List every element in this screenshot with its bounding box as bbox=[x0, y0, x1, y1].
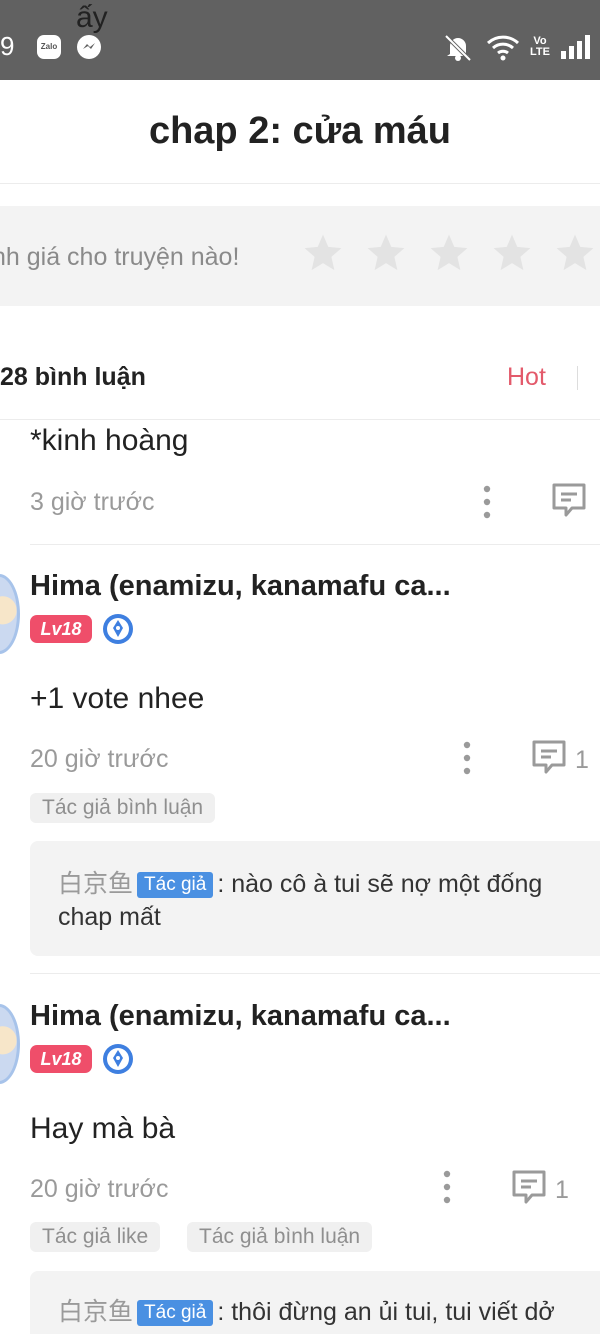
tag-author-liked: Tác giả like bbox=[30, 1222, 161, 1252]
star-icon[interactable] bbox=[554, 232, 596, 274]
star-icon[interactable] bbox=[428, 232, 470, 274]
more-icon[interactable] bbox=[461, 740, 473, 776]
reply-icon[interactable] bbox=[530, 738, 568, 776]
reply-text: : nào cô à tui sẽ nợ một đống bbox=[217, 870, 543, 898]
rating-prompt: nh giá cho truyện nào! bbox=[0, 243, 240, 271]
comments-header: 28 bình luận Hot bbox=[0, 340, 600, 420]
reply-text: : thôi đừng an ủi tui, tui viết dở bbox=[217, 1298, 555, 1326]
wifi-icon bbox=[486, 35, 520, 61]
comment-count: 28 bình luận bbox=[0, 363, 146, 391]
author-badge: Tác giả bbox=[137, 872, 214, 898]
level-badge: Lv18 bbox=[30, 615, 92, 643]
comment-time: 20 giờ trước bbox=[30, 745, 169, 773]
signal-icon bbox=[561, 35, 590, 59]
avatar[interactable] bbox=[0, 1004, 20, 1084]
comment-time: 3 giờ trước bbox=[30, 488, 155, 516]
reply-count: 1 bbox=[555, 1176, 569, 1204]
tag-author-commented: Tác giả bình luận bbox=[187, 1222, 373, 1252]
reply-icon[interactable] bbox=[510, 1168, 548, 1206]
volte-icon: Vo LTE bbox=[530, 35, 550, 58]
reply-second-line: chap mất bbox=[58, 903, 161, 931]
comment-time: 20 giờ trước bbox=[30, 1175, 169, 1203]
status-time: 9 bbox=[0, 31, 15, 61]
mute-icon bbox=[444, 34, 472, 62]
zalo-icon: Zalo bbox=[37, 35, 61, 59]
more-icon[interactable] bbox=[481, 484, 493, 520]
comment-divider bbox=[30, 544, 600, 545]
pen-badge-icon bbox=[103, 1044, 133, 1074]
status-bar: ấy 9 Zalo Vo LTE bbox=[0, 0, 600, 80]
level-badge: Lv18 bbox=[30, 1045, 92, 1073]
sort-hot-button[interactable]: Hot bbox=[507, 363, 546, 392]
star-icon[interactable] bbox=[302, 232, 344, 274]
reply-icon[interactable] bbox=[550, 481, 588, 519]
tag-author-commented: Tác giả bình luận bbox=[30, 793, 216, 823]
star-icon[interactable] bbox=[491, 232, 533, 274]
messenger-icon bbox=[77, 35, 101, 59]
reply-first-line: 白京鱼 Tác giả: nào cô à tui sẽ nợ một đống bbox=[58, 868, 542, 900]
comment-text: +1 vote nhee bbox=[30, 682, 205, 715]
author-reply[interactable]: 白京鱼 Tác giả: nào cô à tui sẽ nợ một đống … bbox=[30, 841, 600, 956]
comment-text: Hay mà bà bbox=[30, 1112, 176, 1145]
comment-username[interactable]: Hima (enamizu, kanamafu ca... bbox=[30, 570, 451, 603]
status-icons: Vo LTE bbox=[440, 30, 592, 64]
more-icon[interactable] bbox=[441, 1169, 453, 1205]
star-icon[interactable] bbox=[365, 232, 407, 274]
rating-stars bbox=[302, 232, 596, 274]
reply-author: 白京鱼 bbox=[58, 870, 134, 898]
comment-username[interactable]: Hima (enamizu, kanamafu ca... bbox=[30, 1000, 451, 1033]
notification-text: ấy bbox=[76, 1, 108, 34]
reply-count: 1 bbox=[575, 746, 589, 774]
header: chap 2: cửa máu bbox=[0, 80, 600, 184]
page-title: chap 2: cửa máu bbox=[148, 110, 452, 152]
author-reply[interactable]: 白京鱼 Tác giả: thôi đừng an ủi tui, tui viế… bbox=[30, 1271, 600, 1334]
avatar[interactable] bbox=[0, 574, 20, 654]
reply-first-line: 白京鱼 Tác giả: thôi đừng an ủi tui, tui viế… bbox=[58, 1296, 555, 1328]
comment-divider bbox=[30, 973, 600, 974]
author-badge: Tác giả bbox=[137, 1300, 214, 1326]
pen-badge-icon bbox=[103, 614, 133, 644]
reply-author: 白京鱼 bbox=[58, 1298, 134, 1326]
comment-text: *kinh hoàng bbox=[30, 424, 189, 457]
sort-divider bbox=[577, 366, 578, 390]
